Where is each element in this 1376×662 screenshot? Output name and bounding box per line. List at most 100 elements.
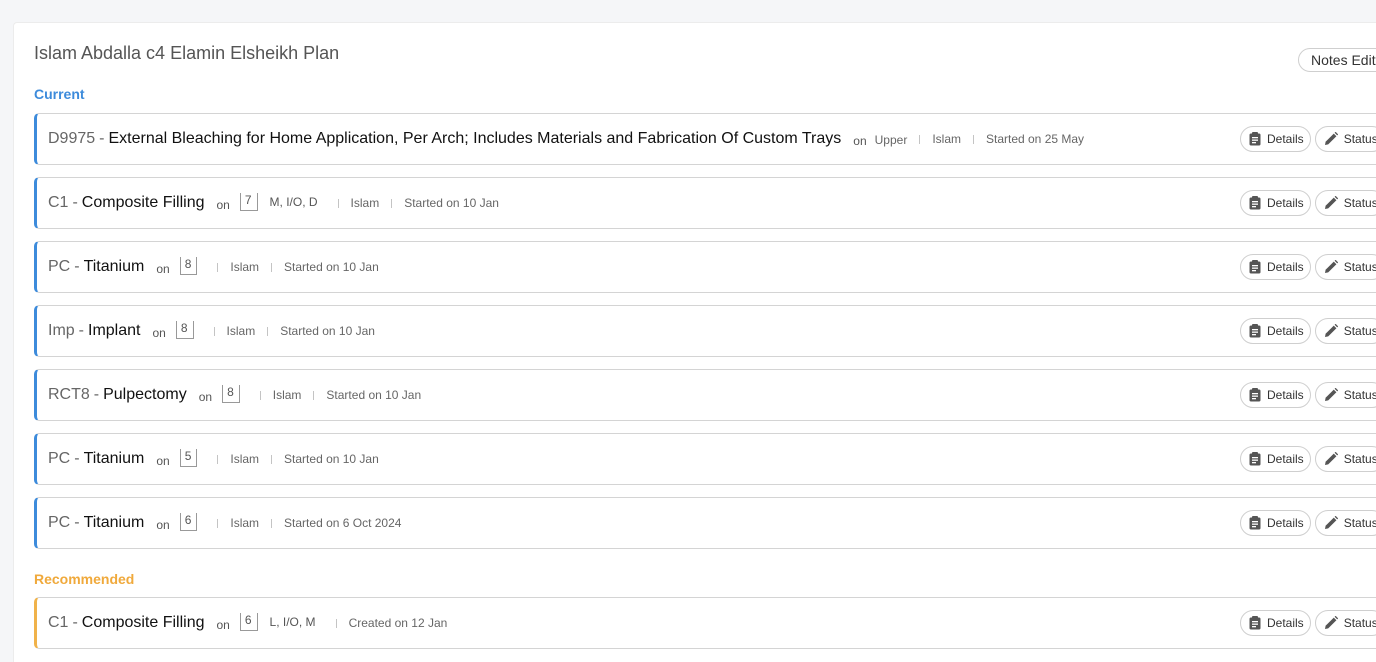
status-label: Status	[1343, 324, 1376, 338]
details-label: Details	[1267, 324, 1304, 338]
procedure-code: Imp	[48, 322, 75, 339]
clipboard-icon	[1249, 196, 1261, 210]
details-button[interactable]: Details	[1240, 382, 1311, 408]
on-label: on	[216, 197, 230, 212]
details-label: Details	[1267, 516, 1304, 530]
status-label: Status	[1343, 452, 1376, 466]
provider-name: Islam	[230, 516, 260, 530]
procedure-row[interactable]: Imp - Implant on 8 Islam Started on 10 J…	[34, 305, 1376, 357]
divider	[217, 263, 219, 272]
procedure-name: Composite Filling	[81, 194, 205, 211]
tooth-number: 8	[175, 321, 194, 339]
procedure-code: PC	[48, 258, 71, 275]
status-button[interactable]: Status	[1314, 610, 1376, 636]
status-button[interactable]: Status	[1314, 510, 1376, 536]
procedure-row[interactable]: PC - Titanium on 5 Islam Started on 10 J…	[34, 433, 1376, 485]
pencil-icon	[1324, 516, 1338, 529]
procedure-name: Titanium	[83, 514, 145, 531]
code-separator: -	[72, 614, 78, 631]
details-button[interactable]: Details	[1240, 126, 1311, 152]
section-recommended-label: Recommended	[34, 571, 135, 587]
tooth-number: 6	[239, 613, 258, 631]
details-label: Details	[1267, 388, 1304, 402]
procedure-code: PC	[48, 450, 71, 467]
pencil-icon	[1324, 132, 1338, 145]
notes-edit-button[interactable]: Notes Edite	[1298, 48, 1376, 72]
procedure-date: Started on 10 Jan	[284, 452, 379, 466]
details-button[interactable]: Details	[1240, 254, 1311, 280]
details-button[interactable]: Details	[1240, 446, 1311, 472]
divider	[271, 455, 273, 464]
details-button[interactable]: Details	[1240, 318, 1311, 344]
tooth-number: 5	[179, 449, 198, 467]
pencil-icon	[1324, 196, 1338, 209]
clipboard-icon	[1249, 324, 1261, 338]
procedure-row[interactable]: C1 - Composite Filling on 7 M, I/O, D Is…	[34, 177, 1376, 229]
procedure-name: Titanium	[83, 258, 145, 275]
procedure-date: Created on 12 Jan	[348, 616, 448, 630]
tooth-number: 8	[179, 257, 198, 275]
details-button[interactable]: Details	[1240, 510, 1311, 536]
status-button[interactable]: Status	[1314, 190, 1376, 216]
details-label: Details	[1267, 132, 1304, 146]
clipboard-icon	[1249, 452, 1261, 466]
on-label: on	[216, 617, 230, 632]
status-button[interactable]: Status	[1314, 446, 1376, 472]
clipboard-icon	[1249, 260, 1261, 274]
divider	[335, 619, 337, 628]
clipboard-icon	[1249, 132, 1261, 146]
divider	[972, 135, 974, 144]
details-label: Details	[1267, 452, 1304, 466]
on-label: on	[152, 325, 166, 340]
tooth-surfaces: M, I/O, D	[269, 194, 318, 209]
clipboard-icon	[1249, 616, 1261, 630]
procedure-name: Composite Filling	[81, 614, 205, 631]
divider	[271, 519, 273, 528]
code-separator: -	[99, 130, 105, 147]
status-label: Status	[1343, 132, 1376, 146]
procedure-code: D9975	[48, 130, 96, 147]
code-separator: -	[78, 322, 84, 339]
details-label: Details	[1267, 196, 1304, 210]
tooth-number: 6	[179, 513, 198, 531]
clipboard-icon	[1249, 516, 1261, 530]
procedure-row[interactable]: D9975 - External Bleaching for Home Appl…	[34, 113, 1376, 165]
provider-name: Islam	[230, 260, 260, 274]
status-button[interactable]: Status	[1314, 126, 1376, 152]
procedure-code: RCT8	[48, 386, 90, 403]
code-separator: -	[72, 194, 78, 211]
divider	[267, 327, 269, 336]
code-separator: -	[74, 258, 80, 275]
plan-title: Islam Abdalla c4 Elamin Elsheikh Plan	[34, 43, 340, 63]
procedure-row[interactable]: RCT8 - Pulpectomy on 8 Islam Started on …	[34, 369, 1376, 421]
procedure-row[interactable]: PC - Titanium on 6 Islam Started on 6 Oc…	[34, 497, 1376, 549]
provider-name: Islam	[230, 452, 260, 466]
details-label: Details	[1267, 616, 1304, 630]
recommended-procedure-row[interactable]: C1 - Composite Filling on 6 L, I/O, M Cr…	[34, 597, 1376, 649]
procedure-name: Implant	[88, 322, 141, 339]
divider	[217, 519, 219, 528]
clipboard-icon	[1249, 388, 1261, 402]
divider	[259, 391, 261, 400]
procedure-name: External Bleaching for Home Application,…	[108, 130, 842, 147]
procedure-date: Started on 25 May	[985, 132, 1085, 146]
details-button[interactable]: Details	[1240, 610, 1311, 636]
tooth-surfaces: L, I/O, M	[269, 614, 316, 629]
status-button[interactable]: Status	[1314, 382, 1376, 408]
status-button[interactable]: Status	[1314, 254, 1376, 280]
status-button[interactable]: Status	[1314, 318, 1376, 344]
provider-name: Islam	[226, 324, 256, 338]
divider	[271, 263, 273, 272]
details-button[interactable]: Details	[1240, 190, 1311, 216]
pencil-icon	[1324, 452, 1338, 465]
tooth-number: 8	[222, 385, 240, 403]
details-label: Details	[1267, 260, 1304, 274]
procedure-code: PC	[48, 514, 71, 531]
status-label: Status	[1343, 196, 1376, 210]
pencil-icon	[1324, 260, 1338, 273]
procedure-date: Started on 6 Oct 2024	[284, 516, 402, 530]
procedure-date: Started on 10 Jan	[280, 324, 375, 338]
status-label: Status	[1343, 616, 1376, 630]
procedure-row[interactable]: PC - Titanium on 8 Islam Started on 10 J…	[34, 241, 1376, 293]
on-label: on	[156, 517, 170, 532]
